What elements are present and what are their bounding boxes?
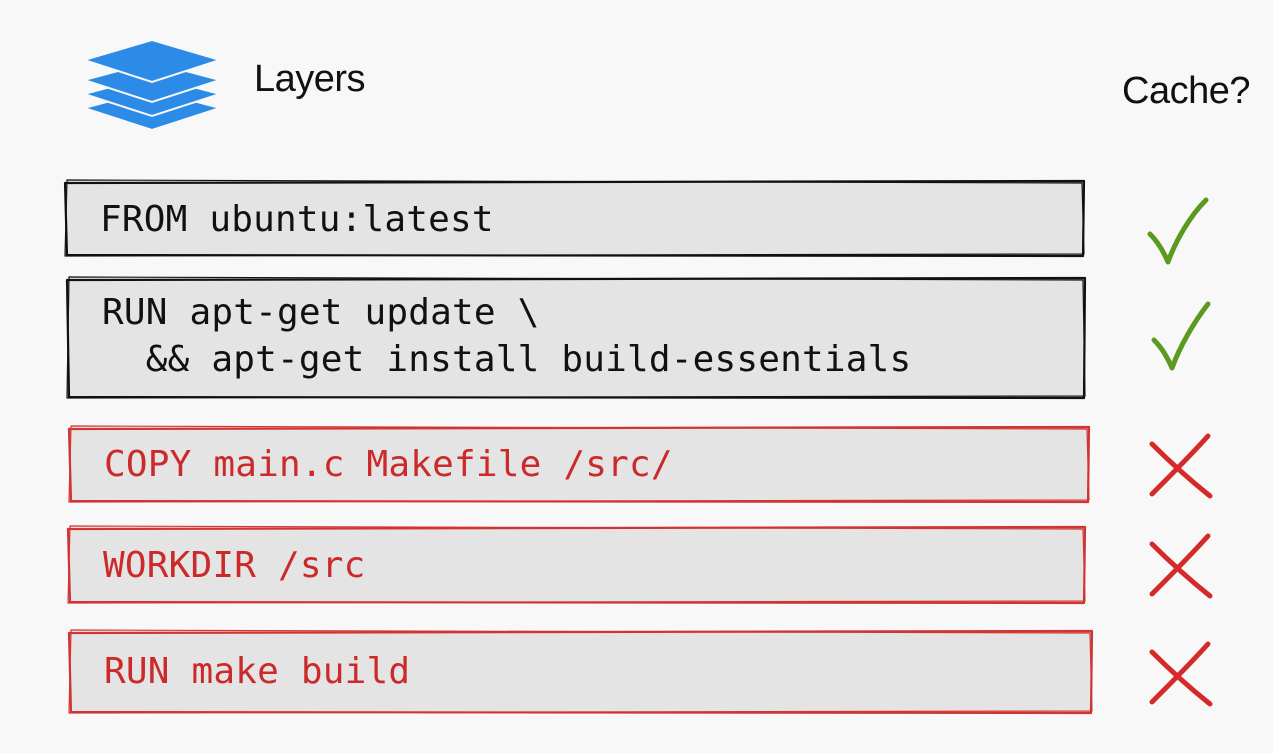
layer-copy: COPY main.c Makefile /src/ [67, 425, 1091, 504]
cache-column-header: Cache? [1122, 70, 1250, 112]
page-title: Layers [254, 58, 366, 100]
layers-stack-icon [82, 38, 222, 132]
layer-command-line-2: && apt-get install build-essentials [102, 339, 912, 380]
checkmark-icon [1147, 197, 1209, 265]
layer-workdir: WORKDIR /src [66, 525, 1087, 605]
layer-command: COPY main.c Makefile /src/ [104, 444, 673, 485]
layer-run-apt: RUN apt-get update \ && apt-get install … [65, 276, 1087, 400]
cross-icon [1149, 641, 1213, 707]
layer-from: FROM ubuntu:latest [63, 179, 1086, 258]
layer-run-make: RUN make build [67, 629, 1094, 715]
layer-command: WORKDIR /src [103, 545, 366, 586]
layer-command: FROM ubuntu:latest [100, 199, 494, 240]
layer-command-line-1: RUN apt-get update \ [102, 292, 540, 333]
cross-icon [1149, 533, 1213, 599]
cross-icon [1149, 433, 1213, 499]
layer-command: RUN make build [104, 651, 411, 692]
checkmark-icon [1151, 301, 1211, 371]
